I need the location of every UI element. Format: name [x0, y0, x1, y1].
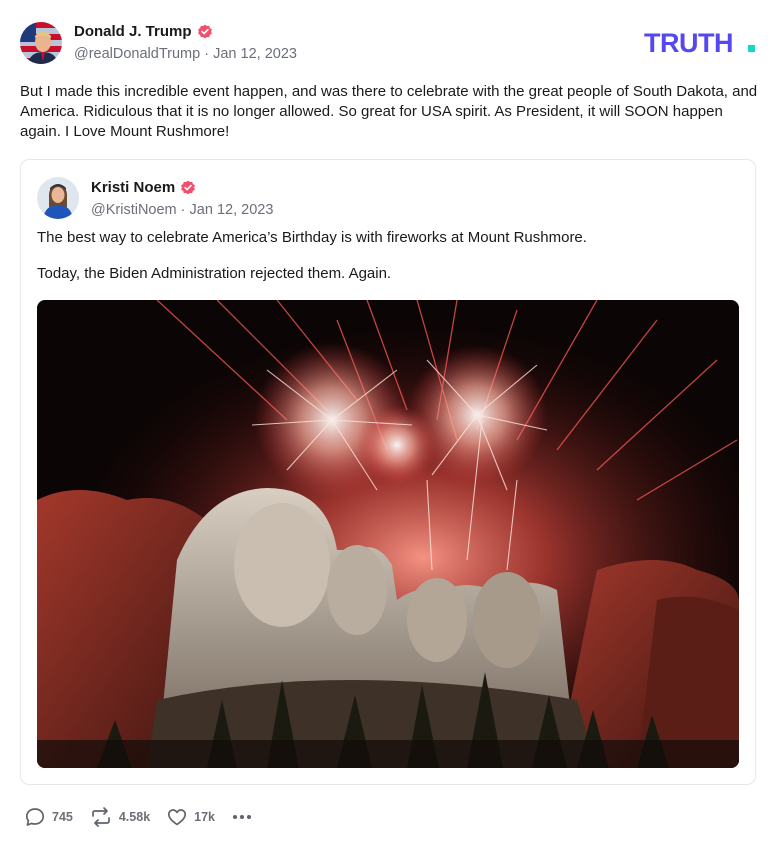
- retruth-button[interactable]: 4.58k: [89, 806, 150, 828]
- logo-dot: [748, 45, 755, 52]
- author-avatar[interactable]: [20, 22, 62, 64]
- quoted-meta: @KristiNoem · Jan 12, 2023: [91, 202, 273, 218]
- author-handle[interactable]: @realDonaldTrump: [74, 46, 200, 62]
- fireworks-over-mount-rushmore-image: [37, 300, 739, 768]
- reply-icon: [25, 808, 45, 826]
- author-avatar-image: [20, 22, 62, 64]
- post-date[interactable]: Jan 12, 2023: [213, 46, 297, 62]
- author-name-row: Donald J. Trump: [74, 23, 213, 40]
- quoted-post-date[interactable]: Jan 12, 2023: [190, 202, 274, 218]
- post-body-text: But I made this incredible event happen,…: [20, 83, 758, 140]
- quoted-text-line-2: Today, the Biden Administration rejected…: [37, 265, 392, 282]
- quoted-author-handle[interactable]: @KristiNoem: [91, 202, 177, 218]
- more-options-button[interactable]: [231, 806, 253, 828]
- retruth-count: 4.58k: [118, 810, 151, 824]
- like-icon: [168, 809, 187, 826]
- quoted-author-avatar-image: [37, 177, 79, 219]
- quoted-author-name[interactable]: Kristi Noem: [91, 179, 175, 196]
- quoted-text-line-1: The best way to celebrate America’s Birt…: [37, 229, 587, 246]
- verified-badge-icon: [197, 24, 212, 38]
- like-button[interactable]: 17k: [166, 806, 215, 828]
- meta-separator: ·: [180, 202, 186, 218]
- action-bar: 745 4.58k 17k: [24, 804, 269, 830]
- author-meta: @realDonaldTrump · Jan 12, 2023: [74, 46, 297, 62]
- truth-post: Donald J. Trump @realDonaldTrump · Jan 1…: [0, 0, 777, 847]
- like-count: 17k: [194, 810, 215, 824]
- quoted-post-image[interactable]: [37, 300, 739, 768]
- quoted-name-row: Kristi Noem: [91, 179, 196, 196]
- verified-badge-icon: [181, 180, 196, 194]
- quoted-author-avatar[interactable]: [37, 177, 79, 219]
- post-header: Donald J. Trump @realDonaldTrump · Jan 1…: [20, 22, 757, 66]
- quoted-post[interactable]: Kristi Noem @KristiNoem · Jan 12, 2023 T…: [20, 159, 756, 785]
- meta-separator: ·: [204, 46, 210, 62]
- truth-social-logo[interactable]: TRUTH: [644, 30, 757, 56]
- author-name[interactable]: Donald J. Trump: [74, 23, 192, 40]
- reply-count: 745: [52, 810, 73, 824]
- logo-text: TRUTH: [644, 30, 733, 56]
- retruth-icon: [92, 807, 110, 827]
- reply-button[interactable]: 745: [24, 806, 73, 828]
- more-icon: [233, 815, 251, 819]
